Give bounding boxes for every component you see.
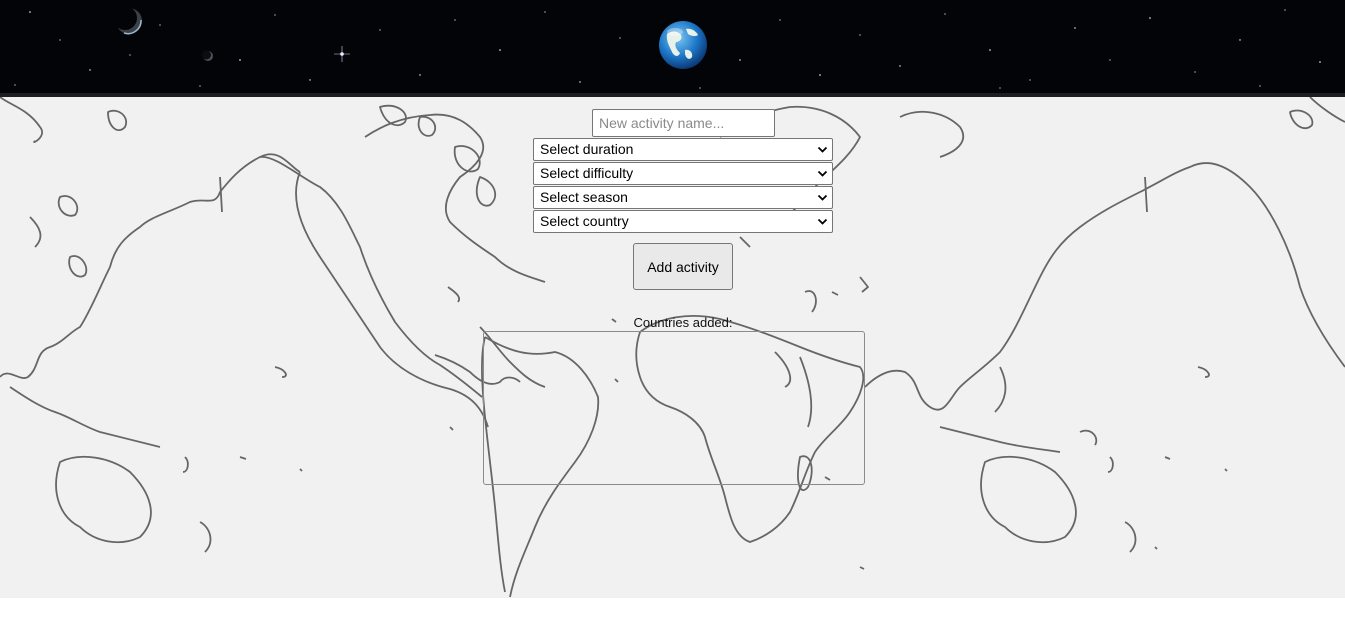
activity-name-input[interactable] <box>592 109 775 137</box>
duration-select[interactable]: Select duration <box>533 138 833 161</box>
season-select[interactable]: Select season <box>533 186 833 209</box>
countries-added-list <box>483 331 865 485</box>
earth-globe-icon <box>659 21 707 69</box>
chevron-down-icon <box>817 170 828 177</box>
add-activity-button[interactable]: Add activity <box>633 243 733 290</box>
chevron-down-icon <box>817 218 828 225</box>
difficulty-select[interactable]: Select difficulty <box>533 162 833 185</box>
header-banner <box>0 0 1345 93</box>
countries-added-label: Countries added: <box>633 315 733 330</box>
country-select[interactable]: Select country <box>533 210 833 233</box>
difficulty-select-value: Select difficulty <box>540 165 634 181</box>
chevron-down-icon <box>817 194 828 201</box>
duration-select-value: Select duration <box>540 141 634 157</box>
season-select-value: Select season <box>540 189 628 205</box>
country-select-value: Select country <box>540 213 629 229</box>
small-moon-icon <box>202 50 213 61</box>
moon-icon <box>114 6 142 35</box>
chevron-down-icon <box>817 146 828 153</box>
